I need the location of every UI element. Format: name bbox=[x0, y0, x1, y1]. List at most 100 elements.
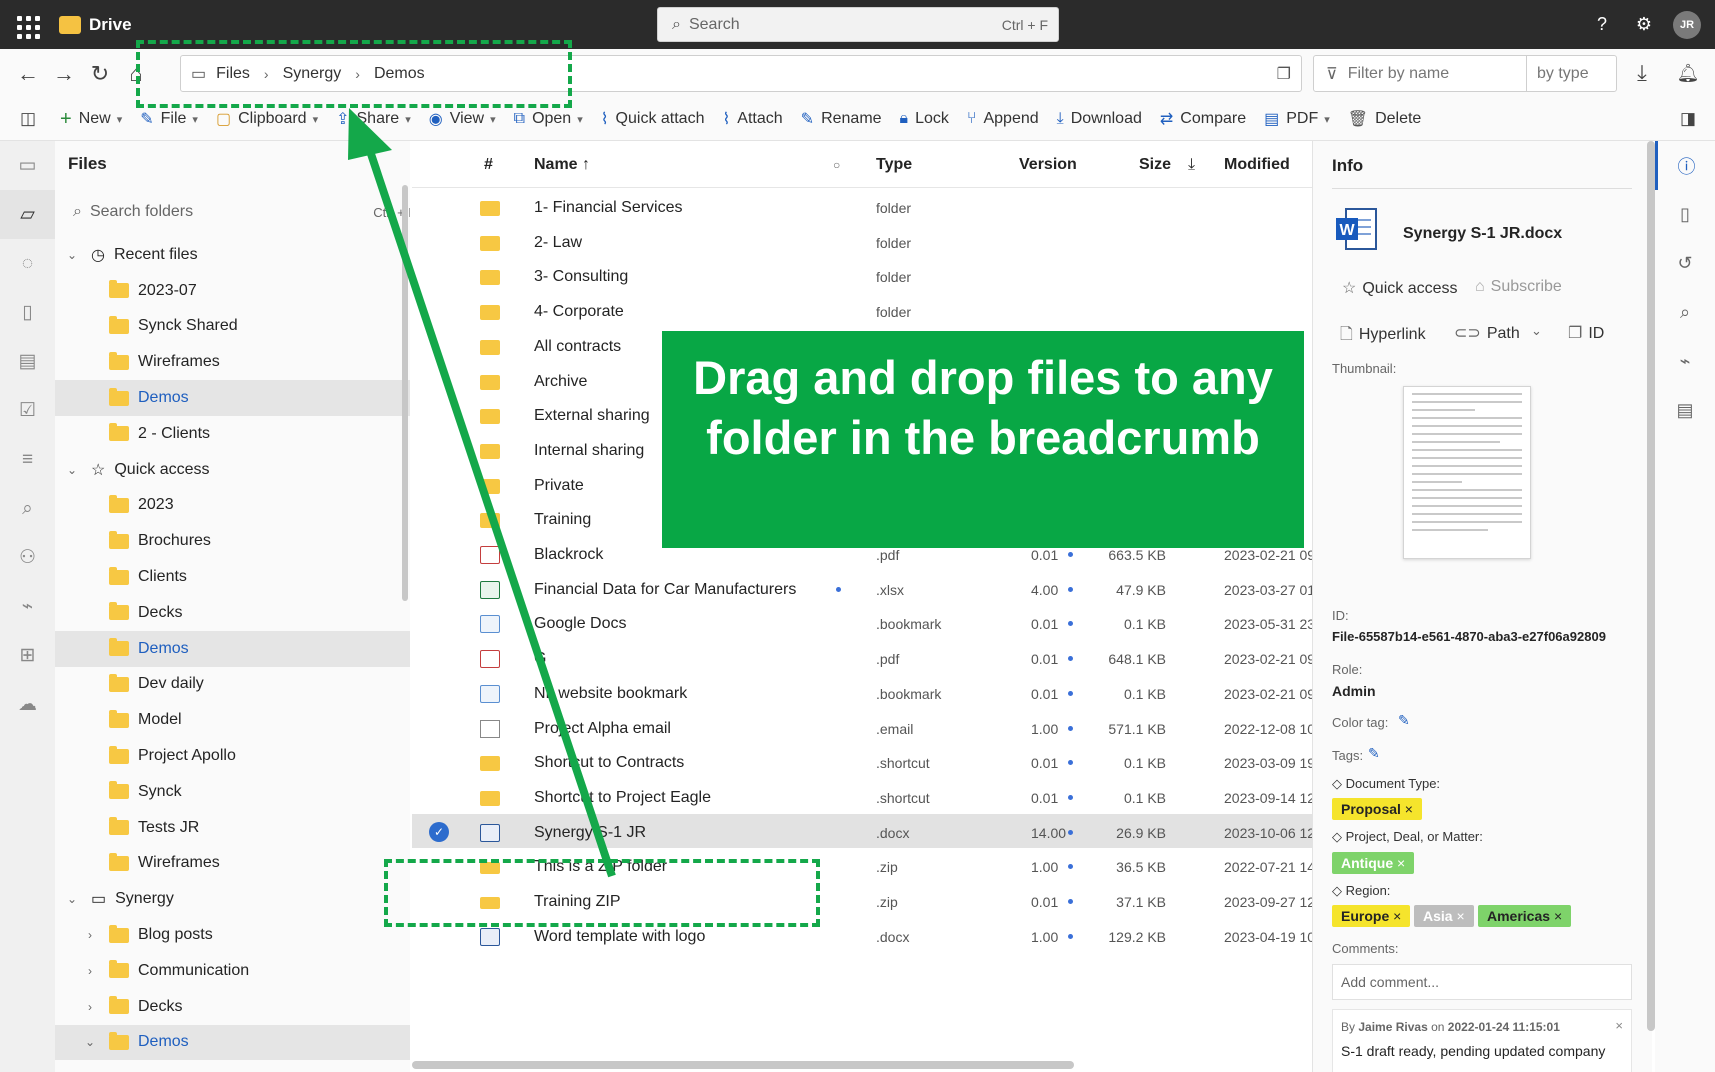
append-button[interactable]: ⑂ Append bbox=[967, 110, 1039, 128]
table-row[interactable]: Shortcut to Contracts .shortcut 0.01 0.1 KB… bbox=[412, 744, 1312, 779]
chevron-down-icon[interactable]: ⌄ bbox=[63, 463, 81, 477]
add-comment-input[interactable]: Add comment... bbox=[1332, 964, 1632, 1000]
document-details-icon[interactable]: ▯ bbox=[1655, 190, 1715, 239]
files-folder-icon[interactable]: ▱ bbox=[0, 190, 55, 239]
sidebar-tree-item[interactable]: › Decks bbox=[55, 989, 410, 1025]
open-button[interactable]: ⧉ Open ▾ bbox=[514, 110, 583, 128]
panel-toggle-icon[interactable]: ◨ bbox=[1670, 101, 1706, 137]
chat-icon[interactable]: ◌ bbox=[0, 239, 55, 288]
sidebar-tree-item[interactable]: Tests JR bbox=[55, 810, 410, 846]
table-row[interactable]: 3- Consulting folder bbox=[412, 258, 1312, 293]
table-row[interactable]: Project Alpha email .email 1.00 571.1 KB 202… bbox=[412, 710, 1312, 745]
sort-download-icon[interactable]: ⤓ bbox=[1188, 156, 1195, 174]
filter-input[interactable]: Filter by name bbox=[1348, 65, 1449, 83]
edit-color-tag-pencil-icon[interactable]: ✎ bbox=[1398, 712, 1410, 729]
table-row[interactable]: 1- Financial Services folder bbox=[412, 189, 1312, 224]
col-type[interactable]: Type bbox=[876, 156, 912, 174]
sidebar-tree-item[interactable]: Model bbox=[55, 702, 410, 738]
sidebar-tree-item[interactable]: Synck Shared bbox=[55, 309, 410, 345]
filter-type-select[interactable]: by type bbox=[1526, 56, 1616, 91]
document-icon[interactable]: ▯ bbox=[0, 288, 55, 337]
sidebar-tree-item[interactable]: ⌄ ☆ Quick access bbox=[55, 452, 410, 488]
compare-button[interactable]: ⇄ Compare bbox=[1160, 109, 1246, 129]
sidebar-tree-item[interactable]: Decks bbox=[55, 595, 410, 631]
filter-box[interactable]: ⊽ Filter by name by type bbox=[1313, 55, 1617, 92]
sidebar-tree-item[interactable]: › Communication bbox=[55, 953, 410, 989]
sidebar-tree-item[interactable]: Dev daily bbox=[55, 667, 410, 703]
sidebar-tree-item[interactable]: 2023-07 bbox=[55, 273, 410, 309]
new-button[interactable]: + New ▾ bbox=[60, 108, 122, 131]
help-icon[interactable]: ? bbox=[1581, 5, 1623, 45]
rename-button[interactable]: ✎ Rename bbox=[801, 109, 882, 129]
chevron-down-icon[interactable]: ⌄ bbox=[63, 892, 81, 906]
remove-x-icon[interactable]: × bbox=[1393, 908, 1401, 924]
document-thumbnail[interactable] bbox=[1403, 386, 1531, 559]
close-comment-icon[interactable]: × bbox=[1615, 1018, 1623, 1033]
chevron-right-icon[interactable]: › bbox=[81, 1000, 99, 1014]
forward-arrow-icon[interactable]: → bbox=[46, 56, 82, 92]
inbox-icon[interactable]: ▭ bbox=[0, 141, 55, 190]
project-chip[interactable]: Antique × bbox=[1332, 852, 1415, 874]
chevron-right-icon[interactable]: › bbox=[81, 964, 99, 978]
subscribe-button[interactable]: ⌂ Subscribe bbox=[1475, 278, 1562, 296]
stack-icon[interactable]: ≡ bbox=[0, 435, 55, 484]
col-name[interactable]: Name ↑ bbox=[534, 156, 590, 174]
search-box[interactable]: ⌕ Search Ctrl + F bbox=[657, 7, 1059, 42]
id-button[interactable]: ❐ ID bbox=[1568, 323, 1604, 343]
sidebar-tree-item[interactable]: Brochures bbox=[55, 523, 410, 559]
sidebar-tree-item[interactable]: › Blog posts bbox=[55, 917, 410, 953]
table-row[interactable]: Google Docs .bookmark 0.01 0.1 KB 2023-05-31… bbox=[412, 605, 1312, 640]
chevron-down-icon[interactable]: ⌄ bbox=[81, 1035, 99, 1049]
attach-button[interactable]: ⌇ Attach bbox=[722, 109, 782, 129]
clipboard-button[interactable]: ▢ Clipboard ▾ bbox=[216, 109, 318, 129]
col-version[interactable]: Version bbox=[1019, 156, 1077, 174]
file-button[interactable]: ✎ File ▾ bbox=[140, 109, 198, 129]
apps-grid-icon[interactable]: ⊞ bbox=[0, 631, 55, 680]
avatar[interactable]: JR bbox=[1673, 10, 1701, 39]
region-chip-americas[interactable]: Americas × bbox=[1478, 905, 1572, 927]
region-chip-asia[interactable]: Asia × bbox=[1414, 905, 1474, 927]
app-launcher-icon[interactable] bbox=[13, 11, 41, 39]
remove-x-icon[interactable]: × bbox=[1456, 908, 1464, 924]
info-circle-icon[interactable]: ⓘ bbox=[1655, 141, 1715, 190]
table-row[interactable]: 2- Law folder bbox=[412, 224, 1312, 259]
table-row[interactable]: NL website bookmark .bookmark 0.01 0.1 KB 20… bbox=[412, 675, 1312, 710]
table-row[interactable]: Shortcut to Project Eagle .shortcut 0.01 0.… bbox=[412, 779, 1312, 814]
analytics-icon[interactable]: ⌁ bbox=[1655, 337, 1715, 386]
table-row[interactable]: ✓ Synergy S-1 JR .docx 14.00 26.9 KB 2023-10-… bbox=[412, 813, 1312, 849]
sidebar-tree-item[interactable]: ⌄ ▭ Synergy bbox=[55, 881, 410, 917]
lock-button[interactable]: 🔒︎ Lock bbox=[900, 110, 949, 128]
info-scrollbar[interactable] bbox=[1647, 141, 1655, 1031]
quick-access-button[interactable]: ☆ Quick access bbox=[1342, 278, 1457, 298]
chevron-right-icon[interactable]: › bbox=[81, 928, 99, 942]
sidebar-tree-item[interactable]: ⌄ Demos bbox=[55, 1024, 410, 1061]
share-button[interactable]: ⇪ Share ▾ bbox=[336, 109, 411, 129]
col-number[interactable]: # bbox=[484, 156, 493, 174]
notes-icon[interactable]: ▤ bbox=[0, 337, 55, 386]
download-button[interactable]: ⤓ Download bbox=[1057, 110, 1142, 128]
delete-button[interactable]: 🗑︎ Delete bbox=[1348, 109, 1422, 129]
hyperlink-button[interactable]: 🗋︎ Hyperlink bbox=[1340, 323, 1426, 350]
remove-x-icon[interactable]: × bbox=[1554, 908, 1562, 924]
col-size[interactable]: Size bbox=[1139, 156, 1171, 174]
back-arrow-icon[interactable]: ← bbox=[10, 56, 46, 92]
sidebar-tree-item[interactable]: Wireframes bbox=[55, 846, 410, 882]
download-icon[interactable]: ⤓ bbox=[1624, 55, 1660, 91]
sidebar-tree-item[interactable]: 2 - Clients bbox=[55, 416, 410, 452]
selected-check-icon[interactable]: ✓ bbox=[429, 821, 449, 842]
quick-attach-button[interactable]: ⌇ Quick attach bbox=[601, 109, 705, 129]
settings-gear-icon[interactable]: ⚙ bbox=[1623, 5, 1665, 45]
sidebar-toggle-icon[interactable]: ◫ bbox=[10, 101, 46, 137]
search-icon[interactable]: ⌕ bbox=[0, 484, 55, 533]
region-chip-europe[interactable]: Europe × bbox=[1332, 905, 1411, 927]
cloud-icon[interactable]: ☁ bbox=[0, 680, 55, 729]
people-icon[interactable]: ⚇ bbox=[0, 533, 55, 582]
remove-x-icon[interactable]: × bbox=[1397, 855, 1405, 871]
notes-icon[interactable]: ▤ bbox=[1655, 386, 1715, 435]
path-chevron-down-icon[interactable]: ⌄ bbox=[1531, 323, 1542, 339]
table-row[interactable]: Financial Data for Car Manufacturers .xls… bbox=[412, 571, 1312, 606]
table-row[interactable]: 4- Corporate folder bbox=[412, 293, 1312, 328]
tasks-check-icon[interactable]: ☑ bbox=[0, 386, 55, 435]
sidebar-tree-item[interactable]: 2023 bbox=[55, 488, 410, 524]
sidebar-scrollbar[interactable] bbox=[402, 185, 408, 601]
